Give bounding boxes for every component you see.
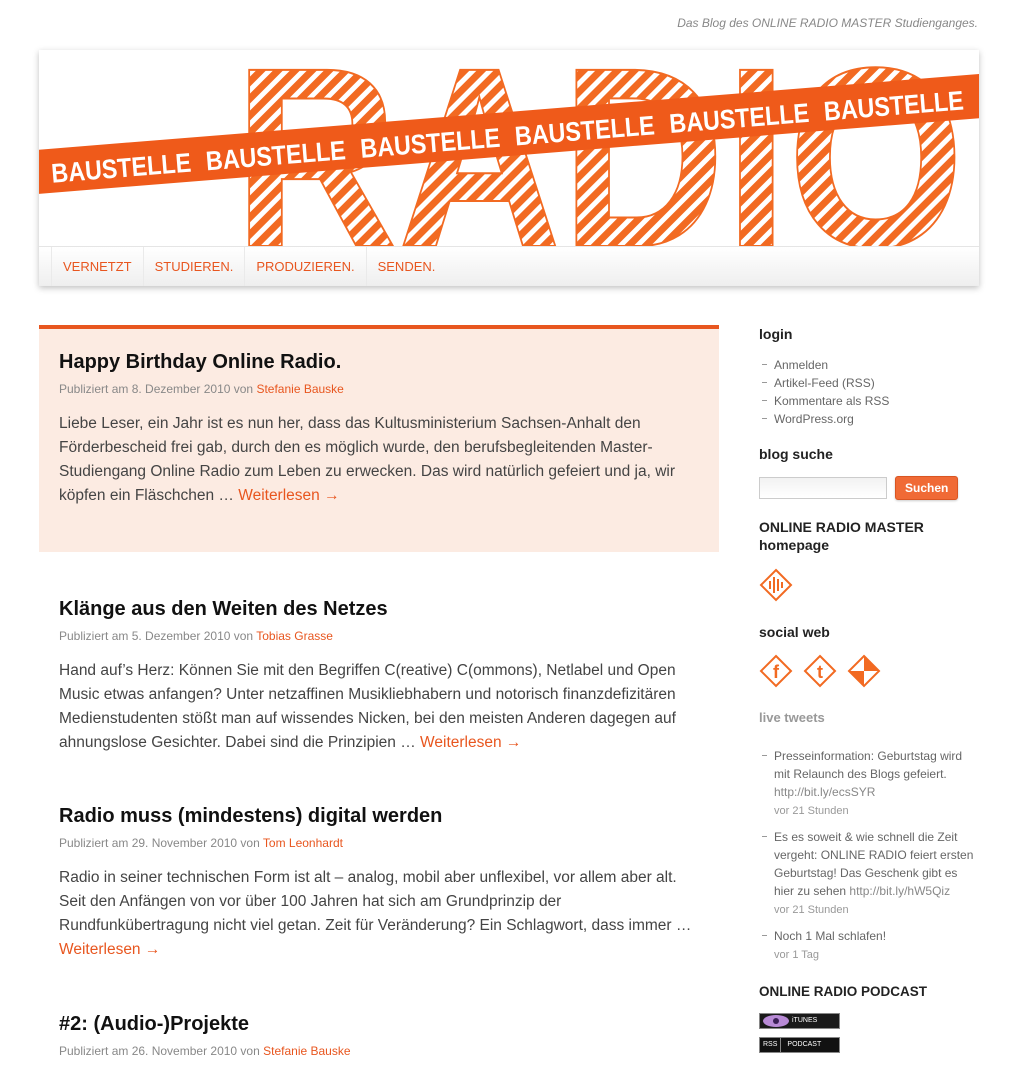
homepage-heading: ONLINE RADIO MASTER homepage	[759, 519, 924, 553]
post: Klänge aus den Weiten des Netzes Publizi…	[39, 598, 719, 755]
header-banner[interactable]: RADIO BAUSTELLE BAUSTELLE BAUSTELLE BAUS…	[39, 50, 979, 246]
post-meta: Publiziert am 8. Dezember 2010 von Stefa…	[39, 382, 719, 396]
itunes-icon	[763, 1015, 789, 1027]
social-web-icon[interactable]	[847, 654, 881, 688]
nav-item-studieren[interactable]: STUDIEREN.	[142, 247, 245, 286]
login-heading: login	[759, 326, 793, 342]
podcast-label: PODCAST	[787, 1041, 822, 1048]
login-link-wordpress[interactable]: WordPress.org	[759, 410, 979, 428]
site-tagline: Das Blog des ONLINE RADIO MASTER Studien…	[677, 16, 978, 30]
podcast-heading: ONLINE RADIO PODCAST	[759, 984, 928, 999]
post-meta: Publiziert am 29. November 2010 von Tom …	[39, 836, 719, 850]
post-meta: Publiziert am 26. November 2010 von Stef…	[39, 1044, 719, 1058]
post-excerpt: Hand auf’s Herz: Können Sie mit den Begr…	[39, 659, 719, 755]
nav-item-produzieren[interactable]: PRODUZIEREN.	[244, 247, 365, 286]
post-title[interactable]: #2: (Audio-)Projekte	[39, 1013, 719, 1036]
itunes-badge[interactable]: iTUNES	[759, 1013, 840, 1029]
post-author-link[interactable]: Stefanie Bauske	[263, 1044, 350, 1058]
search-button[interactable]: Suchen	[895, 476, 959, 500]
search-form: Suchen	[759, 476, 979, 500]
tweets-heading: live tweets	[759, 710, 825, 725]
tweet-link[interactable]: http://bit.ly/hW5Qiz	[849, 884, 950, 898]
post: #2: (Audio-)Projekte Publiziert am 26. N…	[39, 1013, 719, 1058]
post-featured: Happy Birthday Online Radio. Publiziert …	[39, 325, 719, 552]
tweet-text: Noch 1 Mal schlafen!	[774, 929, 887, 943]
svg-text:t: t	[817, 662, 823, 682]
social-heading: social web	[759, 624, 830, 640]
post-author-link[interactable]: Stefanie Bauske	[256, 382, 343, 396]
post-title[interactable]: Happy Birthday Online Radio.	[39, 351, 719, 374]
nav-item-senden[interactable]: SENDEN.	[365, 247, 447, 286]
search-heading: blog suche	[759, 446, 833, 462]
search-input[interactable]	[759, 477, 887, 499]
post: Radio muss (mindestens) digital werden P…	[39, 805, 719, 962]
login-link-anmelden[interactable]: Anmelden	[759, 356, 979, 374]
tweet-time: vor 21 Stunden	[774, 904, 849, 916]
post-title[interactable]: Radio muss (mindestens) digital werden	[39, 805, 719, 828]
login-link-kommentare[interactable]: Kommentare als RSS	[759, 392, 979, 410]
post-excerpt-text: Hand auf’s Herz: Können Sie mit den Begr…	[59, 662, 676, 751]
post-author-link[interactable]: Tobias Grasse	[256, 629, 333, 643]
post-date: Publiziert am 5. Dezember 2010 von	[59, 629, 254, 643]
twitter-icon[interactable]: t	[803, 654, 837, 688]
post-date: Publiziert am 8. Dezember 2010 von	[59, 382, 254, 396]
rss-label: RSS	[760, 1038, 782, 1052]
site-header: RADIO BAUSTELLE BAUSTELLE BAUSTELLE BAUS…	[39, 50, 979, 286]
tweet-item: Presseinformation: Geburtstag wird mit R…	[759, 747, 979, 820]
social-icons: f t	[759, 654, 979, 688]
rss-podcast-badge[interactable]: RSS PODCAST	[759, 1037, 840, 1053]
post-title[interactable]: Klänge aus den Weiten des Netzes	[39, 598, 719, 621]
nav-item-vernetzt[interactable]: VERNETZT	[51, 247, 143, 286]
post-excerpt-text: Radio in seiner technischen Form ist alt…	[59, 869, 692, 934]
read-more-link[interactable]: Weiterlesen →	[238, 487, 339, 504]
post-meta: Publiziert am 5. Dezember 2010 von Tobia…	[39, 629, 719, 643]
post-author-link[interactable]: Tom Leonhardt	[263, 836, 343, 850]
tweet-list: Presseinformation: Geburtstag wird mit R…	[759, 747, 979, 964]
itunes-label: iTUNES	[792, 1017, 818, 1024]
post-date: Publiziert am 29. November 2010 von	[59, 836, 260, 850]
login-link-artikel-feed[interactable]: Artikel-Feed (RSS)	[759, 374, 979, 392]
post-excerpt: Liebe Leser, ein Jahr ist es nun her, da…	[39, 412, 719, 508]
tweet-item: Es es soweit & wie schnell die Zeit verg…	[759, 828, 979, 919]
radio-master-icon[interactable]	[759, 568, 793, 602]
sidebar: login Anmelden Artikel-Feed (RSS) Kommen…	[759, 326, 979, 1053]
tweet-text: Presseinformation: Geburtstag wird mit R…	[774, 749, 963, 781]
login-list: Anmelden Artikel-Feed (RSS) Kommentare a…	[759, 356, 979, 428]
read-more-link[interactable]: Weiterlesen →	[59, 941, 160, 958]
svg-text:f: f	[773, 662, 780, 682]
facebook-icon[interactable]: f	[759, 654, 793, 688]
main-nav: VERNETZT STUDIEREN. PRODUZIEREN. SENDEN.	[39, 246, 979, 286]
tweet-time: vor 1 Tag	[774, 949, 820, 961]
post-date: Publiziert am 26. November 2010 von	[59, 1044, 260, 1058]
read-more-link[interactable]: Weiterlesen →	[420, 734, 521, 751]
tweet-item: Noch 1 Mal schlafen! vor 1 Tag	[759, 927, 979, 964]
tweet-time: vor 21 Stunden	[774, 805, 849, 817]
post-excerpt: Radio in seiner technischen Form ist alt…	[39, 866, 719, 962]
post-excerpt-text: Liebe Leser, ein Jahr ist es nun her, da…	[59, 415, 676, 504]
tweet-link[interactable]: http://bit.ly/ecsSYR	[774, 785, 875, 799]
